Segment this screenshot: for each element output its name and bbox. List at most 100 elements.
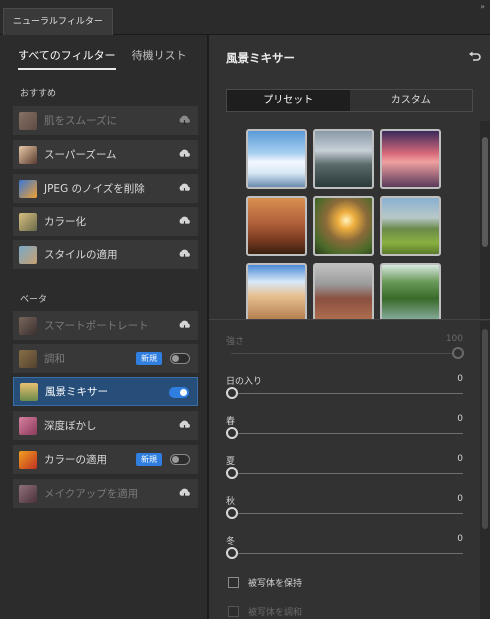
slider-knob[interactable] — [226, 427, 238, 439]
cloud-download-icon[interactable] — [178, 182, 191, 194]
filter-toggle[interactable] — [170, 353, 190, 364]
slider-track[interactable] — [231, 553, 463, 554]
filter-item-skin-smoothing[interactable]: 肌をスムーズに — [13, 106, 198, 135]
filter-item-label: 調和 — [44, 353, 65, 365]
portrait-thumbnail-icon — [19, 145, 37, 164]
slider-sunset[interactable]: 日の入り 0 — [226, 374, 463, 404]
reset-icon[interactable] — [468, 50, 482, 62]
section-featured: おすすめ — [20, 89, 57, 99]
preset-sunrise-field[interactable] — [313, 196, 374, 256]
harmonize-subject-checkbox[interactable]: 被写体を調和 — [228, 605, 302, 618]
preserve-subject-checkbox[interactable]: 被写体を保持 — [228, 576, 302, 589]
filter-item-landscape-mixer[interactable]: 風景ミキサー — [13, 377, 198, 406]
filter-list-panel: すべてのフィルター 待機リスト おすすめ 肌をスムーズに スーパーズーム JPE… — [0, 35, 208, 619]
slider-value: 0 — [457, 374, 463, 384]
slider-value: 0 — [457, 534, 463, 544]
colorize-thumbnail-icon — [19, 212, 37, 231]
preset-winter-mountains[interactable] — [246, 129, 307, 189]
slider-label: 日の入り — [226, 377, 263, 387]
slider-knob[interactable] — [226, 507, 238, 519]
preset-custom-switch: プリセット カスタム — [226, 89, 473, 112]
filter-item-smart-portrait[interactable]: スマートポートレート — [13, 311, 198, 340]
document-tab-bar: ニューラルフィルター » — [0, 0, 490, 35]
slider-track[interactable] — [231, 513, 463, 514]
slider-label: 夏 — [226, 457, 236, 467]
slider-spring[interactable]: 春 0 — [226, 414, 463, 444]
filter-item-label: 深度ぼかし — [44, 420, 97, 432]
checkbox-box[interactable] — [228, 577, 239, 588]
slider-winter[interactable]: 冬 0 — [226, 534, 463, 564]
slider-knob[interactable] — [226, 467, 238, 479]
settings-scrollbar[interactable] — [480, 321, 490, 619]
scrollbar-thumb[interactable] — [482, 329, 488, 529]
slider-value: 0 — [457, 454, 463, 464]
slider-label: 春 — [226, 417, 236, 427]
segment-custom[interactable]: カスタム — [350, 90, 473, 111]
filter-item-color-transfer[interactable]: カラーの適用 新規 — [13, 445, 198, 474]
tab-all-filters[interactable]: すべてのフィルター — [18, 47, 116, 70]
preset-mountain-lake[interactable] — [313, 129, 374, 189]
cloud-download-icon[interactable] — [178, 248, 191, 260]
slider-autumn[interactable]: 秋 0 — [226, 494, 463, 524]
segment-presets[interactable]: プリセット — [227, 90, 350, 111]
filter-toggle[interactable] — [169, 387, 189, 398]
filter-item-label: メイクアップを適用 — [44, 488, 139, 500]
cloud-download-icon[interactable] — [178, 419, 191, 431]
cloud-download-icon[interactable] — [178, 215, 191, 227]
preset-green-valley[interactable] — [380, 196, 441, 256]
filter-item-depth-blur[interactable]: 深度ぼかし — [13, 411, 198, 440]
filter-item-label: JPEG のノイズを削除 — [44, 183, 145, 195]
makeup-thumbnail-icon — [19, 484, 37, 503]
scrollbar-thumb[interactable] — [482, 137, 488, 247]
collapse-panels-icon[interactable]: » — [480, 2, 485, 11]
filter-item-label: 肌をスムーズに — [44, 115, 117, 127]
filter-item-makeup-transfer[interactable]: メイクアップを適用 — [13, 479, 198, 508]
filter-item-colorize[interactable]: カラー化 — [13, 207, 198, 236]
slider-knob[interactable] — [226, 547, 238, 559]
slider-summer[interactable]: 夏 0 — [226, 454, 463, 484]
filter-item-style-transfer[interactable]: スタイルの適用 — [13, 240, 198, 269]
filter-item-label: カラーの適用 — [44, 454, 107, 466]
slider-label: 冬 — [226, 537, 236, 547]
checkbox-label: 被写体を保持 — [248, 579, 303, 589]
slider-strength[interactable]: 強さ 100 — [226, 334, 464, 364]
filter-item-label: カラー化 — [44, 216, 86, 228]
slider-knob[interactable] — [226, 387, 238, 399]
landscape-thumbnail-icon — [20, 382, 38, 401]
cloud-download-icon[interactable] — [178, 319, 191, 331]
checkbox-label: 被写体を調和 — [248, 608, 303, 618]
filter-item-label: スタイルの適用 — [44, 249, 118, 261]
slider-track[interactable] — [231, 433, 463, 434]
depth-blur-thumbnail-icon — [19, 416, 37, 435]
slider-track[interactable] — [231, 353, 463, 354]
filter-item-harmonization[interactable]: 調和 新規 — [13, 344, 198, 373]
preset-sunset-peak[interactable] — [380, 129, 441, 189]
new-badge: 新規 — [136, 352, 162, 365]
cloud-download-icon[interactable] — [178, 114, 191, 126]
slider-track[interactable] — [231, 473, 463, 474]
preset-monument-valley[interactable] — [313, 263, 374, 319]
filter-settings-panel: 風景ミキサー プリセット カスタム 強さ 100 日の入り 0 春 0 夏 0 … — [209, 35, 490, 619]
neural-filters-tab[interactable]: ニューラルフィルター — [3, 8, 113, 35]
filter-item-label: スーパーズーム — [44, 149, 117, 161]
cloud-download-icon[interactable] — [178, 487, 191, 499]
filter-toggle[interactable] — [170, 454, 190, 465]
section-beta: ベータ — [20, 295, 48, 305]
cloud-download-icon[interactable] — [178, 148, 191, 160]
preset-scrollbar[interactable] — [480, 121, 490, 319]
tab-wait-list[interactable]: 待機リスト — [132, 47, 187, 70]
preset-river-valley[interactable] — [380, 263, 441, 319]
harmonize-thumbnail-icon — [19, 349, 37, 368]
filter-item-jpeg-artifacts[interactable]: JPEG のノイズを削除 — [13, 174, 198, 203]
jpeg-thumbnail-icon — [19, 179, 37, 198]
slider-track[interactable] — [231, 393, 463, 394]
preset-canyon[interactable] — [246, 196, 307, 256]
slider-value: 100 — [445, 334, 463, 344]
slider-knob[interactable] — [452, 347, 464, 359]
filter-item-super-zoom[interactable]: スーパーズーム — [13, 140, 198, 169]
filter-item-label: スマートポートレート — [44, 320, 149, 332]
preset-desert-rocks[interactable] — [246, 263, 307, 319]
new-badge: 新規 — [136, 453, 162, 466]
checkbox-box[interactable] — [228, 606, 239, 617]
slider-value: 0 — [457, 494, 463, 504]
